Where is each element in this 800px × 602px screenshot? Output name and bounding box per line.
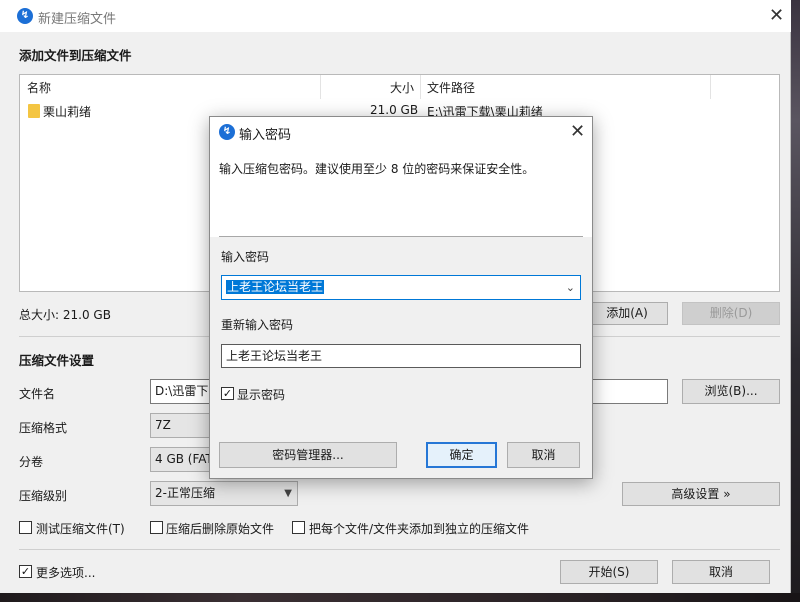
dialog-cancel-button[interactable]: 取消 <box>507 442 580 468</box>
password-label: 输入密码 <box>221 250 270 264</box>
split-value: 4 GB (FAT <box>155 452 213 466</box>
settings-section-title: 压缩文件设置 <box>19 353 95 368</box>
main-cancel-button[interactable]: 取消 <box>672 560 770 584</box>
more-options-label: 更多选项... <box>36 566 96 580</box>
advanced-settings-button[interactable]: 高级设置 » <box>622 482 780 506</box>
file-size-cell: 21.0 GB <box>370 103 419 117</box>
confirm-password-label: 重新输入密码 <box>221 318 294 332</box>
chevron-down-icon: ▼ <box>284 488 292 499</box>
app-logo-icon: ↯ <box>219 124 235 140</box>
column-divider[interactable] <box>320 75 321 99</box>
delete-after-label: 压缩后删除原始文件 <box>166 522 275 536</box>
format-value: 7Z <box>155 418 171 432</box>
password-dialog: ↯ 输入密码 ✕ 输入压缩包密码。建议使用至少 8 位的密码来保证安全性。 输入… <box>209 116 593 479</box>
password-manager-button[interactable]: 密码管理器... <box>219 442 397 468</box>
divider <box>19 549 780 550</box>
confirm-password-input[interactable]: 上老王论坛当老王 <box>221 344 581 368</box>
dialog-description-area: 输入压缩包密码。建议使用至少 8 位的密码来保证安全性。 <box>210 147 592 237</box>
show-password-checkbox[interactable]: ✓ <box>221 387 234 400</box>
split-label: 分卷 <box>19 455 44 469</box>
dialog-close-icon[interactable]: ✕ <box>570 123 585 141</box>
filename-label: 文件名 <box>19 387 56 401</box>
test-archive-checkbox[interactable] <box>19 521 32 534</box>
total-size: 总大小: 21.0 GB <box>19 308 111 322</box>
each-separate-checkbox[interactable] <box>292 521 305 534</box>
format-label: 压缩格式 <box>19 421 68 435</box>
column-divider[interactable] <box>420 75 421 99</box>
level-value: 2-正常压缩 <box>155 486 215 500</box>
window-titlebar: ↯ 新建压缩文件 ✕ <box>0 0 791 32</box>
background-wallpaper-bottom <box>0 593 800 602</box>
app-logo-icon: ↯ <box>17 8 33 24</box>
column-header-path[interactable]: 文件路径 <box>427 75 475 99</box>
each-separate-label: 把每个文件/文件夹添加到独立的压缩文件 <box>309 522 530 536</box>
dialog-title: 输入密码 <box>239 128 292 143</box>
background-wallpaper-right <box>791 0 800 602</box>
more-options-checkbox[interactable]: ✓ <box>19 565 32 578</box>
show-password-label: 显示密码 <box>237 388 286 402</box>
start-button[interactable]: 开始(S) <box>560 560 658 584</box>
dialog-titlebar: ↯ 输入密码 ✕ <box>210 117 592 147</box>
dialog-description: 输入压缩包密码。建议使用至少 8 位的密码来保证安全性。 <box>219 162 535 176</box>
files-section-title: 添加文件到压缩文件 <box>19 48 132 63</box>
window-title: 新建压缩文件 <box>38 12 117 27</box>
password-input[interactable]: 上老王论坛当老王 ⌄ <box>221 275 581 300</box>
level-label: 压缩级别 <box>19 489 68 503</box>
divider <box>219 236 583 237</box>
delete-after-checkbox[interactable] <box>150 521 163 534</box>
column-header-size[interactable]: 大小 <box>390 75 414 99</box>
add-button[interactable]: 添加(A) <box>586 302 668 325</box>
folder-icon <box>28 104 40 118</box>
window-close-icon[interactable]: ✕ <box>769 7 784 25</box>
chevron-down-icon[interactable]: ⌄ <box>566 276 575 299</box>
password-value: 上老王论坛当老王 <box>226 280 325 294</box>
file-name-cell: 栗山莉绪 <box>43 105 92 119</box>
column-header-name[interactable]: 名称 <box>27 75 51 99</box>
browse-button[interactable]: 浏览(B)... <box>682 379 780 404</box>
ok-button[interactable]: 确定 <box>426 442 497 468</box>
column-divider[interactable] <box>710 75 711 99</box>
delete-button[interactable]: 删除(D) <box>682 302 780 325</box>
test-archive-label: 测试压缩文件(T) <box>36 522 125 536</box>
level-select[interactable]: 2-正常压缩 ▼ <box>150 481 298 506</box>
